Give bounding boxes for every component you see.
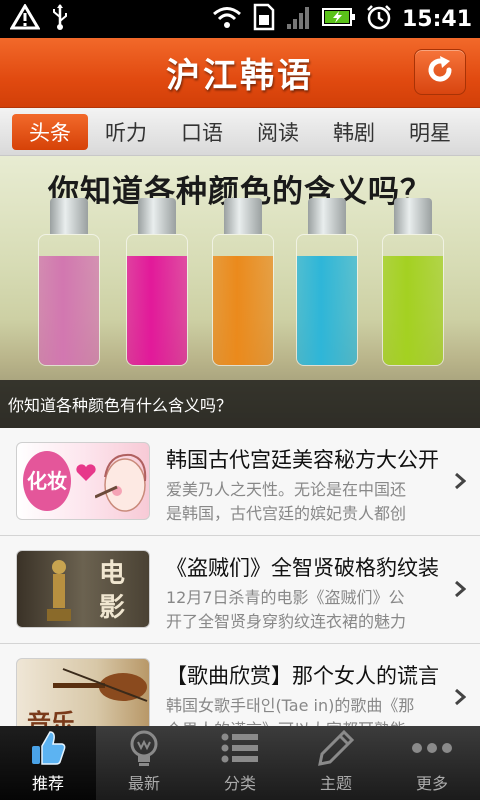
chevron-right-icon <box>455 688 466 706</box>
summary-line: 爱美乃人之天性。无论是在中国还 <box>166 480 407 499</box>
tab-speaking[interactable]: 口语 <box>164 114 240 150</box>
nav-label: 主题 <box>319 774 352 793</box>
bottle <box>126 198 188 366</box>
tab-headlines[interactable]: 头条 <box>12 113 88 150</box>
status-bar: 15:41 <box>0 0 480 38</box>
article-list: 化妆 韩国古代宫廷美容秘方大公开 爱美乃人之天性。无论是在中国还 是韩国，古代宫… <box>0 428 480 726</box>
article-summary: 韩国女歌手태인(Tae in)的歌曲《那 个男人的谎言》可以大家都耳熟能 <box>166 694 442 726</box>
clock-time: 15:41 <box>401 6 472 32</box>
more-dots-icon <box>411 726 453 770</box>
signal-icon <box>286 4 312 34</box>
nav-label: 最新 <box>127 774 160 793</box>
summary-line: 开了全智贤身穿豹纹连衣裙的魅力 <box>166 612 407 631</box>
nav-categories[interactable]: 分类 <box>192 726 288 800</box>
usb-icon <box>50 3 70 35</box>
article-thumbnail: 音乐 <box>16 658 150 726</box>
article-summary: 12月7日杀青的电影《盗贼们》公 开了全智贤身穿豹纹连衣裙的魅力 <box>166 586 442 634</box>
summary-line: 韩国女歌手태인(Tae in)的歌曲《那 <box>166 696 415 715</box>
list-item[interactable]: 电影 《盗贼们》全智贤破格豹纹装 12月7日杀青的电影《盗贼们》公 开了全智贤身… <box>0 536 480 644</box>
nav-label: 分类 <box>223 774 256 793</box>
thumbs-up-icon <box>28 726 68 770</box>
tab-stars[interactable]: 明星 <box>392 114 468 150</box>
nav-more[interactable]: 更多 <box>384 726 480 800</box>
featured-banner[interactable]: 你知道各种颜色的含义吗？ 你知道各种颜色有什么含义吗？ <box>0 156 480 428</box>
article-title: 韩国古代宫廷美容秘方大公开 <box>166 448 439 472</box>
summary-line: 12月7日杀青的电影《盗贼们》公 <box>166 588 405 607</box>
refresh-icon <box>423 53 457 91</box>
category-tabs: 头条 听力 口语 阅读 韩剧 明星 <box>0 108 480 156</box>
lightbulb-icon <box>126 726 162 770</box>
thumbnail-label: 化妆 <box>23 451 71 511</box>
tab-reading[interactable]: 阅读 <box>240 114 316 150</box>
nav-label: 推荐 <box>31 774 64 793</box>
bottom-navigation: 推荐 最新 分类 主题 更多 <box>0 726 480 800</box>
heart-icon <box>76 464 96 481</box>
alarm-icon <box>366 4 392 34</box>
app-header: 沪江韩语 <box>0 38 480 108</box>
list-icon <box>220 726 260 770</box>
makeup-face-illustration <box>95 453 147 512</box>
nav-recommended[interactable]: 推荐 <box>0 726 96 800</box>
bottle <box>382 198 444 366</box>
article-title: 【歌曲欣赏】那个女人的谎言 <box>166 664 439 688</box>
bottle <box>296 198 358 366</box>
tab-korean-drama[interactable]: 韩剧 <box>316 114 392 150</box>
bottle <box>38 198 100 366</box>
battery-charging-icon <box>321 6 356 32</box>
wifi-icon <box>212 5 242 33</box>
chevron-right-icon <box>455 472 466 490</box>
article-summary: 爱美乃人之天性。无论是在中国还 是韩国，古代宫廷的嫔妃贵人都创 <box>166 478 442 526</box>
article-title: 《盗贼们》全智贤破格豹纹装 <box>166 556 439 580</box>
chevron-right-icon <box>455 580 466 598</box>
bottle <box>212 198 274 366</box>
nav-label: 更多 <box>415 774 448 793</box>
film-award-statue-illustration <box>47 560 71 621</box>
violin-illustration <box>53 668 148 702</box>
tab-listening[interactable]: 听力 <box>88 114 164 150</box>
warning-icon <box>9 3 41 34</box>
thumbnail-label: 电影 <box>99 559 126 623</box>
nav-topics[interactable]: 主题 <box>288 726 384 800</box>
list-item[interactable]: 音乐 【歌曲欣赏】那个女人的谎言 韩国女歌手태인(Tae in)的歌曲《那 个男… <box>0 644 480 726</box>
sim-icon <box>252 3 276 35</box>
thumbnail-label: 音乐 <box>27 709 75 726</box>
summary-line: 个男人的谎言》可以大家都耳熟能 <box>166 718 442 726</box>
summary-line: 是韩国，古代宫廷的嫔妃贵人都创 <box>166 504 407 523</box>
banner-caption-bar: 你知道各种颜色有什么含义吗？ <box>0 380 480 428</box>
pen-icon <box>316 726 356 770</box>
article-thumbnail: 电影 <box>16 550 150 628</box>
banner-caption: 你知道各种颜色有什么含义吗？ <box>8 396 233 415</box>
article-thumbnail: 化妆 <box>16 442 150 520</box>
nav-latest[interactable]: 最新 <box>96 726 192 800</box>
list-item[interactable]: 化妆 韩国古代宫廷美容秘方大公开 爱美乃人之天性。无论是在中国还 是韩国，古代宫… <box>0 428 480 536</box>
refresh-button[interactable] <box>414 49 466 95</box>
app-title: 沪江韩语 <box>166 56 314 96</box>
